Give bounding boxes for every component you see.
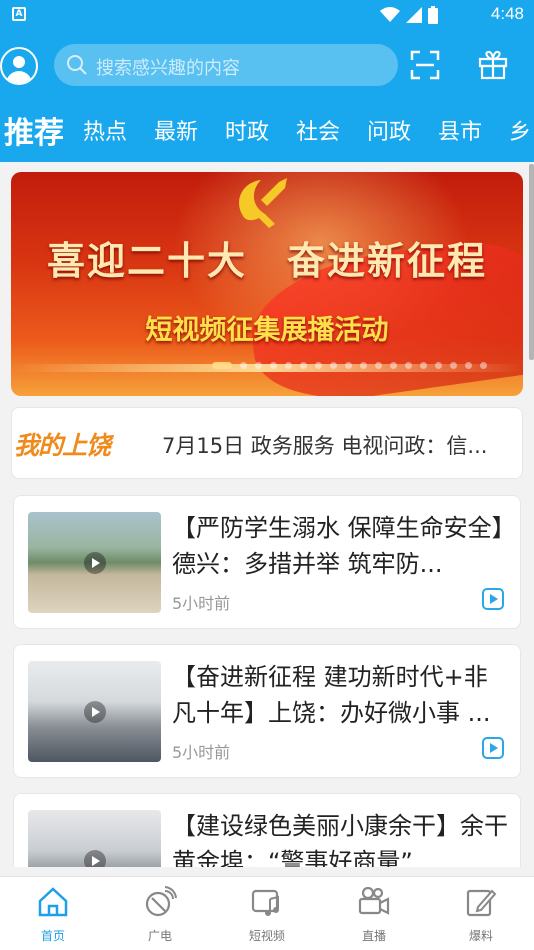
nav-short-video[interactable]: 短视频	[227, 885, 307, 944]
signal-icon	[406, 7, 422, 23]
feed[interactable]: 喜迎二十大 奋进新征程 短视频征集展播活动 我的上饶 7月15日 政务服务 电视…	[0, 162, 534, 867]
nav-broadcast[interactable]: 广电	[120, 885, 200, 944]
carousel-dot[interactable]	[315, 362, 322, 369]
nav-tipoff-label: 爆料	[468, 929, 493, 943]
banner-subtitle: 短视频征集展播活动	[145, 315, 389, 346]
carousel-dot[interactable]	[480, 362, 487, 369]
article-title: 【奋进新征程 建功新时代+非凡十年】上饶：办好微小事 ...	[172, 663, 491, 727]
carousel-dot[interactable]	[345, 362, 352, 369]
bottom-nav: 首页 广电 短视频 直播 爆料	[0, 876, 534, 950]
carousel-dot[interactable]	[435, 362, 442, 369]
nav-home[interactable]: 首页	[13, 885, 93, 944]
battery-icon	[428, 6, 438, 24]
satellite-icon	[145, 886, 177, 917]
article-card[interactable]: 【严防学生溺水 保障生命安全】德兴：多措并举 筑牢防... 5小时前	[13, 495, 521, 629]
header: 搜索感兴趣的内容 推荐 热点 最新 时政 社会 问政 县市 乡	[0, 30, 534, 162]
carousel-dot[interactable]	[212, 362, 232, 369]
carousel-indicators	[212, 362, 487, 369]
video-icon	[482, 588, 504, 610]
play-icon	[84, 701, 106, 723]
gift-icon[interactable]	[478, 50, 508, 80]
carousel-dot[interactable]	[390, 362, 397, 369]
tab-county[interactable]: 县市	[438, 114, 482, 146]
banner-title: 喜迎二十大 奋进新征程	[46, 238, 487, 283]
carousel-dot[interactable]	[255, 362, 262, 369]
search-placeholder: 搜索感兴趣的内容	[96, 58, 240, 79]
carousel-dot[interactable]	[375, 362, 382, 369]
tab-hot[interactable]: 热点	[83, 114, 127, 146]
search-input[interactable]: 搜索感兴趣的内容	[54, 44, 398, 86]
category-tabs: 推荐 热点 最新 时政 社会 问政 县市 乡	[0, 108, 534, 152]
play-icon	[84, 850, 106, 867]
article-card[interactable]: 【奋进新征程 建功新时代+非凡十年】上饶：办好微小事 ... 5小时前	[13, 644, 521, 778]
article-thumbnail	[28, 810, 161, 867]
home-icon	[38, 887, 68, 917]
article-card[interactable]: 【建设绿色美丽小康余干】余干黄金埠：“警事好商量”	[13, 793, 521, 867]
carousel-dot[interactable]	[330, 362, 337, 369]
scan-icon[interactable]	[410, 50, 440, 80]
carousel-dot[interactable]	[240, 362, 247, 369]
scrollbar[interactable]	[529, 164, 534, 360]
status-time: 4:48	[490, 4, 524, 23]
carousel-dot[interactable]	[405, 362, 412, 369]
article-thumbnail	[28, 512, 161, 613]
party-emblem-icon	[239, 178, 287, 228]
notice-bar[interactable]: 我的上饶 7月15日 政务服务 电视问政：信...	[11, 407, 523, 479]
article-title: 【严防学生溺水 保障生命安全】德兴：多措并举 筑牢防...	[172, 514, 504, 578]
article-thumbnail	[28, 661, 161, 762]
play-icon	[84, 552, 106, 574]
carousel-dot[interactable]	[465, 362, 472, 369]
tab-inquiry[interactable]: 问政	[367, 114, 411, 146]
nav-short-video-label: 短视频	[248, 929, 285, 943]
nav-tipoff[interactable]: 爆料	[441, 885, 521, 944]
article-time: 5小时前	[172, 743, 231, 762]
notice-text: 7月15日 政务服务 电视问政：信...	[162, 434, 488, 458]
wifi-icon	[380, 7, 400, 22]
carousel-dot[interactable]	[270, 362, 277, 369]
carousel-dot[interactable]	[300, 362, 307, 369]
tab-latest[interactable]: 最新	[154, 114, 198, 146]
nav-broadcast-label: 广电	[147, 929, 172, 943]
nav-live[interactable]: 直播	[334, 885, 414, 944]
tab-township[interactable]: 乡	[509, 114, 531, 146]
status-icons	[380, 6, 438, 24]
nav-live-label: 直播	[361, 929, 386, 943]
tab-recommend[interactable]: 推荐	[4, 108, 64, 152]
tab-society[interactable]: 社会	[296, 114, 340, 146]
notification-icon: A	[12, 7, 26, 21]
article-time: 5小时前	[172, 594, 231, 613]
search-icon	[67, 55, 87, 75]
notice-logo: 我的上饶	[14, 431, 111, 460]
carousel-dot[interactable]	[450, 362, 457, 369]
nav-home-label: 首页	[40, 929, 65, 943]
tab-politics[interactable]: 时政	[225, 114, 269, 146]
article-title: 【建设绿色美丽小康余干】余干黄金埠：“警事好商量”	[172, 812, 508, 867]
music-video-icon	[251, 889, 279, 916]
avatar[interactable]	[0, 47, 38, 85]
video-icon	[482, 737, 504, 759]
carousel-dot[interactable]	[360, 362, 367, 369]
carousel-dot[interactable]	[420, 362, 427, 369]
status-bar: A 4:48	[0, 0, 534, 30]
edit-icon	[466, 889, 497, 917]
camera-icon	[358, 886, 390, 915]
carousel-dot[interactable]	[285, 362, 292, 369]
